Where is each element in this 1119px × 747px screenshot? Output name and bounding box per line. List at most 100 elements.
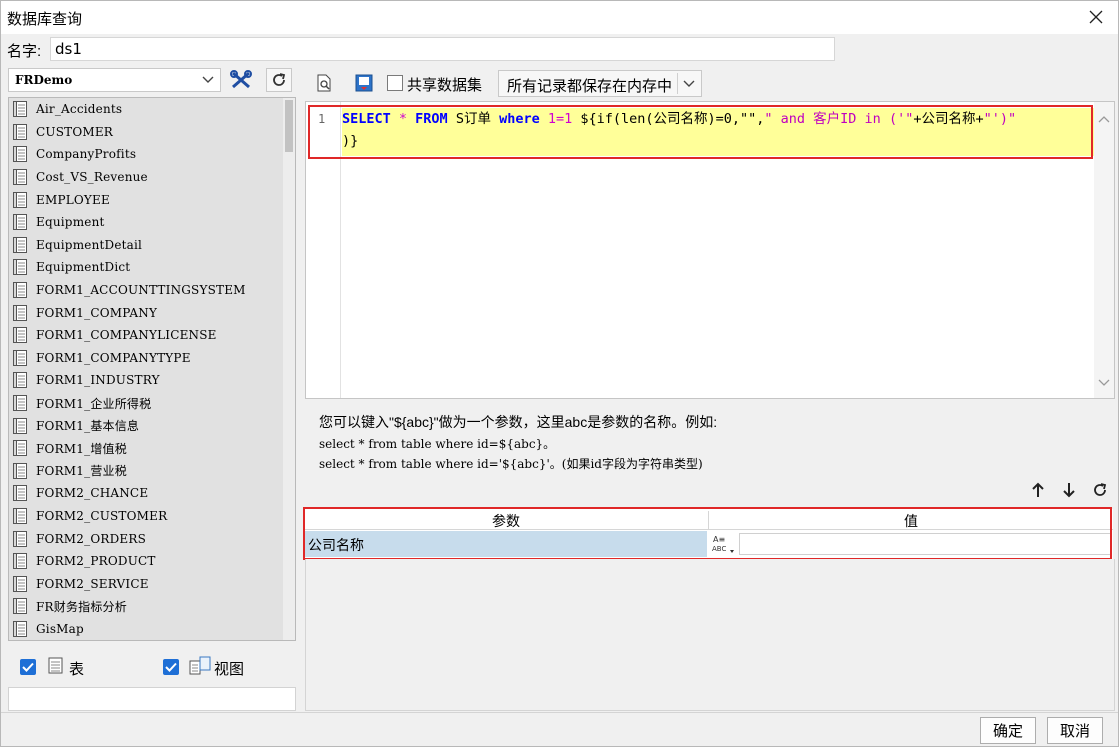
connection-settings-button[interactable] [228,68,254,92]
table-name: FORM1_COMPANYTYPE [36,350,191,365]
editor-scrollbar[interactable] [1094,102,1114,398]
list-filter-options: 表 视图 [8,651,296,681]
move-up-button[interactable] [1027,479,1049,501]
list-item[interactable]: FORM1_COMPANY [9,301,295,324]
line-number: 1 [318,112,326,126]
hint-line-1: 您可以键入"${abc}"做为一个参数，这里abc是参数的名称。例如: [319,414,718,430]
table-name: FORM1_企业所得税 [36,396,152,411]
show-views-label: 视图 [214,661,245,678]
table-name: FORM1_INDUSTRY [36,373,160,388]
show-views-checkbox[interactable] [163,659,179,675]
parameter-table-header: 参数 值 [305,509,1113,530]
list-item[interactable]: FORM2_CHANCE [9,482,295,505]
table-icon [13,304,27,321]
refresh-icon [1094,483,1107,496]
sql-editor-button[interactable] [351,71,377,95]
memory-mode-value: 所有记录都保存在内存中 [507,78,673,95]
list-item[interactable]: Cost_VS_Revenue [9,166,295,189]
parameter-hint: 您可以键入"${abc}"做为一个参数，这里abc是参数的名称。例如: sele… [319,412,1099,472]
show-tables-checkbox[interactable] [20,659,36,675]
table-name: FORM2_SERVICE [36,576,149,591]
list-item[interactable]: Equipment [9,211,295,234]
name-row: 名字: [1,34,1118,64]
list-item[interactable]: EMPLOYEE [9,188,295,211]
table-search-input[interactable] [8,687,296,711]
table-name: FORM2_ORDERS [36,531,147,546]
table-icon [13,553,27,570]
list-item[interactable]: FORM1_ACCOUNTTINGSYSTEM [9,279,295,302]
tools-icon [230,70,252,89]
table-list[interactable]: Air_Accidents CUSTOMER CompanyProfits Cost_… [8,97,296,641]
sql-code[interactable]: SELECT * FROM S订单 where 1=1 ${if(len(公司名… [342,108,1094,152]
move-down-button[interactable] [1058,479,1080,501]
list-item[interactable]: CUSTOMER [9,121,295,144]
line-gutter: 1 [306,102,341,398]
list-item[interactable]: CompanyProfits [9,143,295,166]
table-list-scrollbar[interactable] [283,98,295,640]
list-item[interactable]: FORM1_企业所得税 [9,392,295,415]
dialog-title: 数据库查询 [7,11,83,28]
list-item[interactable]: FORM1_INDUSTRY [9,369,295,392]
table-name: GisMap [36,621,84,636]
sql-token: +公司名称+ [913,111,984,127]
table-name: EquipmentDetail [36,237,143,252]
ok-button[interactable]: 确定 [980,717,1036,744]
list-item[interactable]: FORM1_营业税 [9,460,295,483]
sql-token: * [390,111,416,127]
value-type-button[interactable]: A≡ ABC [708,531,738,557]
footer-divider [1,712,1118,713]
preview-button[interactable] [311,71,337,95]
list-item[interactable]: FORM1_基本信息 [9,414,295,437]
table-name: FORM2_PRODUCT [36,554,156,569]
list-item[interactable]: FORM1_COMPANYLICENSE [9,324,295,347]
list-item[interactable]: FORM1_增值税 [9,437,295,460]
name-label: 名字: [7,43,42,60]
table-name: Cost_VS_Revenue [36,170,148,185]
list-item[interactable]: FR财务指标分析 [9,595,295,618]
parameter-value-input[interactable] [739,533,1111,555]
share-dataset-checkbox[interactable] [387,75,403,91]
cancel-button[interactable]: 取消 [1047,717,1103,744]
table-name: EMPLOYEE [36,192,110,207]
table-icon [13,575,27,592]
table-name: FORM1_COMPANYLICENSE [36,328,217,343]
table-name: Equipment [36,215,105,230]
refresh-params-button[interactable] [1089,479,1111,501]
list-item[interactable]: FORM2_ORDERS [9,527,295,550]
refresh-tables-button[interactable] [266,68,292,92]
table-name: CompanyProfits [36,147,137,162]
table-icon [13,598,27,615]
table-icon [48,657,63,674]
sql-editor[interactable]: 1 SELECT * FROM S订单 where 1=1 ${if(len(公… [305,101,1115,399]
memory-mode-select[interactable]: 所有记录都保存在内存中 [498,70,702,97]
list-item[interactable]: FORM2_PRODUCT [9,550,295,573]
list-item[interactable]: FORM2_SERVICE [9,572,295,595]
table-name: FORM1_营业税 [36,464,127,479]
table-icon [13,620,27,637]
close-button[interactable] [1082,4,1110,30]
column-parameter: 参数 [492,513,520,529]
datasource-select[interactable]: FRDemo [8,68,221,92]
scroll-down-icon[interactable] [1097,376,1111,390]
parameter-name[interactable]: 公司名称 [305,531,707,557]
list-item[interactable]: FORM2_CUSTOMER [9,505,295,528]
arrow-down-icon [1063,483,1075,498]
chevron-down-icon [200,71,216,89]
scroll-up-icon[interactable] [1097,112,1111,126]
list-item[interactable]: Air_Accidents [9,98,295,121]
database-query-dialog: 数据库查询 名字: FRDemo Air_Accidents CUSTOMER Co… [0,0,1119,747]
refresh-icon [273,73,286,86]
string-type-icon: A≡ ABC [712,535,734,553]
title-bar: 数据库查询 [1,1,1118,34]
dataset-name-input[interactable] [50,37,835,61]
list-item[interactable]: EquipmentDict [9,256,295,279]
sql-token: where [499,111,540,127]
list-item[interactable]: EquipmentDetail [9,234,295,257]
list-item[interactable]: GisMap [9,618,295,640]
list-item[interactable]: FORM1_COMPANYTYPE [9,347,295,370]
table-row[interactable]: 公司名称 A≡ ABC [305,531,1113,557]
check-icon [22,662,34,672]
table-name: FORM1_COMPANY [36,305,158,320]
table-icon [13,327,27,344]
editor-icon [355,74,373,92]
